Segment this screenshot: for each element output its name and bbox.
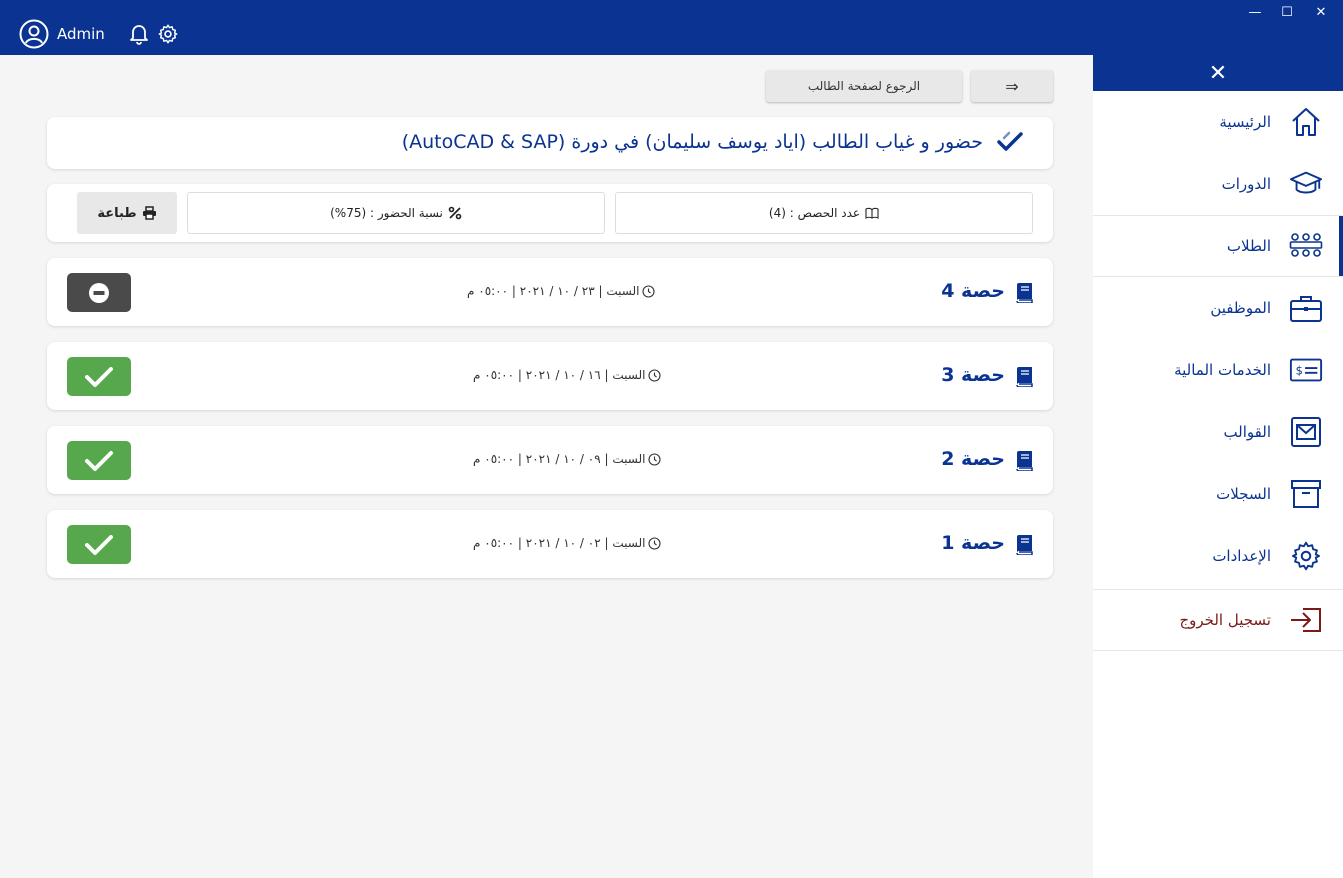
sidebar-item-students[interactable]: الطلاب (1093, 215, 1343, 277)
maximize-button[interactable]: ☐ (1275, 3, 1299, 21)
forward-arrow-button[interactable]: ⇒ (971, 70, 1053, 102)
book-icon (1016, 367, 1033, 387)
session-title: حصة 2 (941, 448, 1005, 470)
sidebar-item-employees[interactable]: الموظفين (1093, 277, 1343, 339)
open-book-icon (865, 207, 879, 219)
session-date-text: السبت | ١٦ / ١٠ / ٢٠٢١ | ٠٥:٠٠ م (473, 368, 646, 382)
absent-status-button[interactable] (67, 273, 131, 312)
book-icon (1016, 283, 1033, 303)
close-window-button[interactable]: ✕ (1309, 3, 1333, 21)
sidebar-item-templates[interactable]: القوالب (1093, 401, 1343, 463)
session-date: السبت | ١٦ / ١٠ / ٢٠٢١ | ٠٥:٠٠ م (473, 368, 661, 382)
double-check-icon (997, 131, 1023, 151)
session-card: حصة 2 السبت | ٠٩ / ١٠ / ٢٠٢١ | ٠٥:٠٠ م (47, 426, 1053, 494)
sidebar-item-label: الرئيسية (1219, 113, 1271, 131)
sidebar-close-button[interactable]: ✕ (1093, 55, 1343, 91)
session-date: السبت | ٠٢ / ١٠ / ٢٠٢١ | ٠٥:٠٠ م (473, 536, 661, 550)
sidebar-item-courses[interactable]: الدورات (1093, 153, 1343, 215)
back-to-student-button[interactable]: الرجوع لصفحة الطالب (766, 70, 962, 102)
sidebar-item-label: القوالب (1223, 423, 1271, 441)
session-title: حصة 1 (941, 532, 1005, 554)
session-card: حصة 4 السبت | ٢٣ / ١٠ / ٢٠٢١ | ٠٥:٠٠ م (47, 258, 1053, 326)
sidebar-item-label: الموظفين (1210, 299, 1271, 317)
book-icon (1016, 451, 1033, 471)
session-card: حصة 3 السبت | ١٦ / ١٠ / ٢٠٢١ | ٠٥:٠٠ م (47, 342, 1053, 410)
briefcase-icon (1289, 291, 1323, 325)
session-card: حصة 1 السبت | ٠٢ / ١٠ / ٢٠٢١ | ٠٥:٠٠ م (47, 510, 1053, 578)
session-date: السبت | ٠٩ / ١٠ / ٢٠٢١ | ٠٥:٠٠ م (473, 452, 661, 466)
logout-icon (1289, 603, 1323, 637)
gear-icon (1289, 539, 1323, 573)
session-date-text: السبت | ٢٣ / ١٠ / ٢٠٢١ | ٠٥:٠٠ م (467, 284, 640, 298)
sidebar-item-financial[interactable]: الخدمات المالية $ (1093, 339, 1343, 401)
attendance-rate-text: نسبة الحضور : (75%) (330, 206, 443, 220)
archive-icon (1289, 477, 1323, 511)
sessions-count-box: عدد الحصص : (4) (615, 192, 1033, 234)
session-date-text: السبت | ٠٢ / ١٠ / ٢٠٢١ | ٠٥:٠٠ م (473, 536, 646, 550)
print-label: طباعة (97, 205, 137, 221)
clock-icon (648, 452, 661, 466)
check-icon (85, 534, 113, 555)
session-date-text: السبت | ٠٩ / ١٠ / ٢٠٢١ | ٠٥:٠٠ م (473, 452, 646, 466)
sidebar-item-label: السجلات (1216, 485, 1271, 503)
user-name: Admin (57, 25, 105, 43)
sidebar-item-label: الخدمات المالية (1174, 361, 1271, 379)
sidebar: ✕ الرئيسية الدورات الطلاب الموظفين الخدم… (1093, 55, 1343, 878)
svg-text:$: $ (1296, 364, 1303, 378)
sidebar-item-label: الدورات (1221, 175, 1271, 193)
page-title-card: حضور و غياب الطالب (اياد يوسف سليمان) في… (47, 117, 1053, 169)
bell-icon[interactable] (129, 23, 149, 45)
printer-icon (142, 206, 156, 220)
user-menu[interactable]: Admin (19, 19, 105, 49)
stats-card: عدد الحصص : (4) نسبة الحضور : (75%) طباع… (47, 184, 1053, 242)
session-date: السبت | ٢٣ / ١٠ / ٢٠٢١ | ٠٥:٠٠ م (467, 284, 655, 298)
book-icon (1016, 535, 1033, 555)
minimize-button[interactable]: — (1243, 3, 1267, 21)
sessions-count-text: عدد الحصص : (4) (768, 206, 861, 220)
percent-icon (448, 206, 462, 220)
present-status-button[interactable] (67, 525, 131, 564)
graduation-cap-icon (1289, 167, 1323, 201)
sidebar-item-label: الإعدادات (1212, 547, 1271, 565)
present-status-button[interactable] (67, 441, 131, 480)
sidebar-item-label: الطلاب (1226, 237, 1271, 255)
sidebar-item-home[interactable]: الرئيسية (1093, 91, 1343, 153)
clock-icon (642, 284, 655, 298)
session-title: حصة 4 (941, 280, 1005, 302)
users-icon (1289, 229, 1323, 263)
check-icon (85, 450, 113, 471)
top-bar: Admin — ☐ ✕ (0, 0, 1343, 55)
user-avatar-icon (19, 19, 49, 49)
clock-icon (648, 368, 661, 382)
clock-icon (648, 536, 661, 550)
money-card-icon: $ (1289, 353, 1323, 387)
gear-icon[interactable] (157, 23, 179, 45)
attendance-rate-box: نسبة الحضور : (75%) (187, 192, 605, 234)
page-title: حضور و غياب الطالب (اياد يوسف سليمان) في… (401, 131, 983, 153)
home-icon (1289, 105, 1323, 139)
sidebar-item-records[interactable]: السجلات (1093, 463, 1343, 525)
sidebar-item-settings[interactable]: الإعدادات (1093, 525, 1343, 587)
sidebar-item-logout[interactable]: تسجيل الخروج (1093, 589, 1343, 651)
envelope-icon (1289, 415, 1323, 449)
check-icon (85, 366, 113, 387)
print-button[interactable]: طباعة (77, 192, 177, 234)
sidebar-item-label: تسجيل الخروج (1179, 611, 1271, 629)
session-title: حصة 3 (941, 364, 1005, 386)
present-status-button[interactable] (67, 357, 131, 396)
minus-circle-icon (89, 282, 109, 303)
